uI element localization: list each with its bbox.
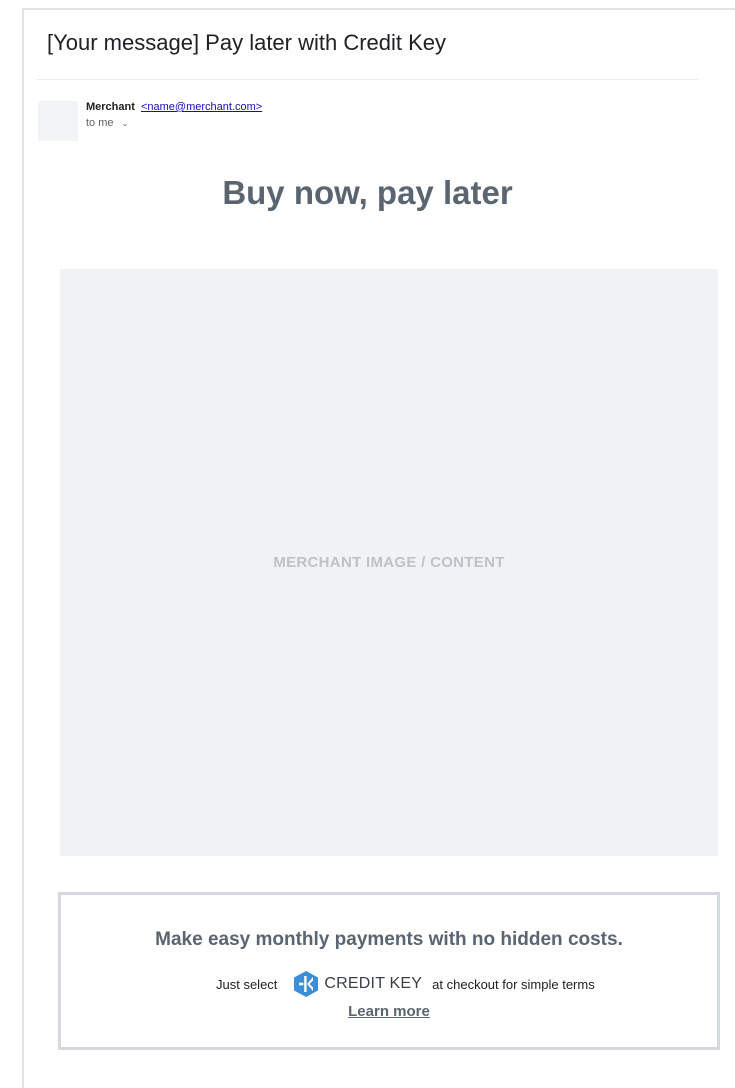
merchant-image-label: MERCHANT IMAGE / CONTENT <box>273 554 505 571</box>
email-headline: Buy now, pay later <box>222 174 513 211</box>
credit-key-logo: CREDIT KEY <box>293 970 422 998</box>
sender-email-link[interactable]: <name@merchant.com> <box>141 101 262 113</box>
sender-name: Merchant <box>86 101 135 113</box>
recipient-line[interactable]: to me ⌄ <box>86 117 128 129</box>
credit-key-logo-icon <box>294 971 319 997</box>
promo-box: Make easy monthly payments with no hidde… <box>58 892 720 1050</box>
promo-prefix: Just select <box>216 976 278 992</box>
learn-more-link[interactable]: Learn more <box>61 1003 717 1020</box>
recipient-label: to me <box>86 117 114 129</box>
promo-heading: Make easy monthly payments with no hidde… <box>155 929 623 950</box>
avatar[interactable] <box>38 101 78 141</box>
promo-suffix: at checkout for simple terms <box>432 976 595 992</box>
credit-key-wordmark: CREDIT KEY <box>324 975 423 992</box>
merchant-image-placeholder: MERCHANT IMAGE / CONTENT <box>60 269 718 856</box>
sender-line: Merchant <name@merchant.com> <box>86 101 262 113</box>
promo-line: Just select CREDIT KEY at checkout for s… <box>216 970 595 998</box>
email-subject: [Your message] Pay later with Credit Key <box>47 30 447 55</box>
header-divider <box>37 79 698 80</box>
chevron-down-icon[interactable]: ⌄ <box>122 119 129 128</box>
